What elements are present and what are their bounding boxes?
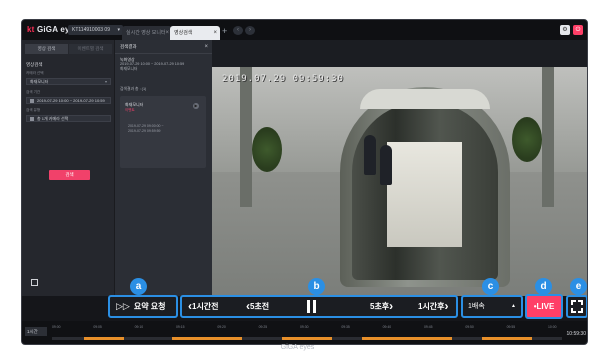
result-card[interactable]: 화재모니터 이벤트 ▶ 2019-07-29 09:00:00 ~ 2019-0… <box>120 96 206 168</box>
timeline-tick: 10:00 <box>548 325 557 329</box>
app-window: kt GiGA eyes KT114910003 09 ▾ 실시간 영상 모니터 ×… <box>21 19 588 345</box>
top-bar: kt GiGA eyes KT114910003 09 ▾ 실시간 영상 모니터 ×… <box>22 20 587 40</box>
timeline-tick: 09:20 <box>217 325 226 329</box>
door-canopy <box>360 89 490 109</box>
card-tag: 이벤트 <box>125 108 135 112</box>
timeline-tick: 09:30 <box>300 325 309 329</box>
period-field[interactable]: 2019-07-29 10:00 ~ 2019-07-29 10:59 <box>26 97 111 104</box>
camera-label: 카메라 선택 <box>26 71 44 75</box>
person-figure <box>380 145 392 185</box>
timeline-zoom-select[interactable]: 1시간 <box>25 327 47 336</box>
settings-icon[interactable]: ⚙ <box>560 25 570 35</box>
chevron-right-icon[interactable]: › <box>245 26 255 35</box>
camera-icon <box>30 116 34 121</box>
chevron-left-icon[interactable]: ‹ <box>233 26 243 35</box>
video-timestamp: 2019.07.29 09:59:30 <box>222 74 344 84</box>
video-player[interactable]: 2019.07.29 09:59:30 <box>212 67 587 296</box>
callout-badge-c: c <box>482 278 499 295</box>
callout-badge-a: a <box>130 278 147 295</box>
recording-segment[interactable] <box>362 337 452 340</box>
add-tab-icon[interactable]: + <box>222 26 227 36</box>
recording-segment[interactable] <box>84 337 124 340</box>
result-title: 검색결과 × <box>115 40 212 54</box>
result-camera: 화재모니터 <box>120 67 138 71</box>
person-figure <box>364 135 376 175</box>
forward-5s-button[interactable]: 5초후› <box>370 297 393 316</box>
video-plant <box>512 117 542 162</box>
timeline-tick: 09:15 <box>176 325 185 329</box>
timeline-tick: 09:35 <box>341 325 350 329</box>
pause-icon <box>313 300 316 313</box>
timeline-tick: 09:10 <box>134 325 144 329</box>
tab-video-search[interactable]: 영상검색 × <box>170 26 220 40</box>
play-icon[interactable]: ▶ <box>193 103 199 109</box>
period-label: 검색 기간 <box>26 90 41 94</box>
calendar-icon <box>30 98 34 103</box>
pause-button[interactable] <box>306 300 318 313</box>
timeline-current-time: 10:59:30 <box>566 331 586 337</box>
timeline-tick: 09:45 <box>424 325 433 329</box>
callout-badge-d: d <box>535 278 552 295</box>
card-end: 2019-07-29 09:59:59 <box>128 129 161 133</box>
summary-request-button[interactable]: ▷▷ 요약 요청 <box>108 295 178 318</box>
type-label: 검색 유형 <box>26 108 41 112</box>
recording-segment[interactable] <box>172 337 242 340</box>
video-plant <box>252 127 282 172</box>
result-count: 검색결과 총 : (1) <box>120 87 147 91</box>
tab-event-search-mode[interactable]: 이벤트별 검색 <box>69 44 112 54</box>
recording-segment[interactable] <box>282 337 332 340</box>
chevron-up-icon: ▲ <box>511 303 516 309</box>
close-icon[interactable]: × <box>165 26 169 40</box>
back-1h-button[interactable]: ‹1시간전 <box>188 297 219 316</box>
timeline-tick: 09:50 <box>465 325 474 329</box>
type-field[interactable]: 총 1개 카메라 선택 <box>26 115 111 122</box>
result-summary: 녹화영상 2019-07-29 10:00 ~ 2019-07-29 10:59… <box>120 57 208 72</box>
live-button[interactable]: •LIVE <box>525 294 563 319</box>
timeline[interactable]: 1시간 09:00 09:05 09:10 09:15 09:20 09:25 09:30 0… <box>22 321 587 344</box>
power-icon[interactable]: ⏻ <box>573 25 583 35</box>
playback-speed-select[interactable]: 1배속 ▲ <box>461 295 523 318</box>
recording-segment[interactable] <box>482 337 532 340</box>
pause-icon <box>307 300 310 313</box>
timeline-tick: 09:25 <box>258 325 268 329</box>
timeline-tick: 09:00 <box>52 325 61 329</box>
timeline-tick: 09:05 <box>93 325 102 329</box>
camera-select[interactable]: 화재모니터 ▾ <box>26 78 111 85</box>
chevron-right-icon: › <box>389 299 394 313</box>
device-select[interactable]: KT114910003 09 ▾ <box>68 25 123 35</box>
card-start: 2019-07-29 09:00:00 ~ <box>128 124 164 128</box>
chevron-down-icon: ▾ <box>104 79 107 84</box>
video-pillar <box>240 67 252 207</box>
fast-forward-icon: ▷▷ <box>116 301 130 311</box>
fullscreen-icon <box>571 300 576 305</box>
panel-heading: 영상검색 <box>26 62 43 67</box>
tab-realtime-monitor[interactable]: 실시간 영상 모니터 × <box>122 26 172 40</box>
timeline-tick: 09:40 <box>382 325 392 329</box>
door-opening <box>387 142 462 247</box>
close-icon[interactable]: × <box>213 26 217 40</box>
callout-badge-e: e <box>570 278 587 295</box>
result-panel: 검색결과 × 녹화영상 2019-07-29 10:00 ~ 2019-07-29… <box>115 40 212 321</box>
snapshot-icon[interactable] <box>31 279 38 286</box>
search-button[interactable]: 검색 <box>49 170 90 180</box>
chevron-right-icon: › <box>444 299 449 313</box>
chevron-down-icon: ▾ <box>117 27 120 33</box>
forward-1h-button[interactable]: 1시간후› <box>418 297 449 316</box>
timeline-tick: 09:55 <box>506 325 516 329</box>
footer-brand: GiGA eyes <box>280 344 315 351</box>
search-tabs: 영상 검색 이벤트별 검색 <box>25 44 112 54</box>
close-icon[interactable]: × <box>204 40 208 54</box>
timeline-scale: 09:00 09:05 09:10 09:15 09:20 09:25 09:30 09:35… <box>52 325 562 337</box>
tab-video-search-mode[interactable]: 영상 검색 <box>25 44 68 54</box>
callout-badge-b: b <box>308 278 325 295</box>
fullscreen-button[interactable] <box>566 295 587 318</box>
video-pillar <box>542 67 554 207</box>
back-5s-button[interactable]: ‹5초전 <box>246 297 269 316</box>
playback-controls: ‹1시간전 ‹5초전 5초후› 1시간후› <box>180 295 458 318</box>
